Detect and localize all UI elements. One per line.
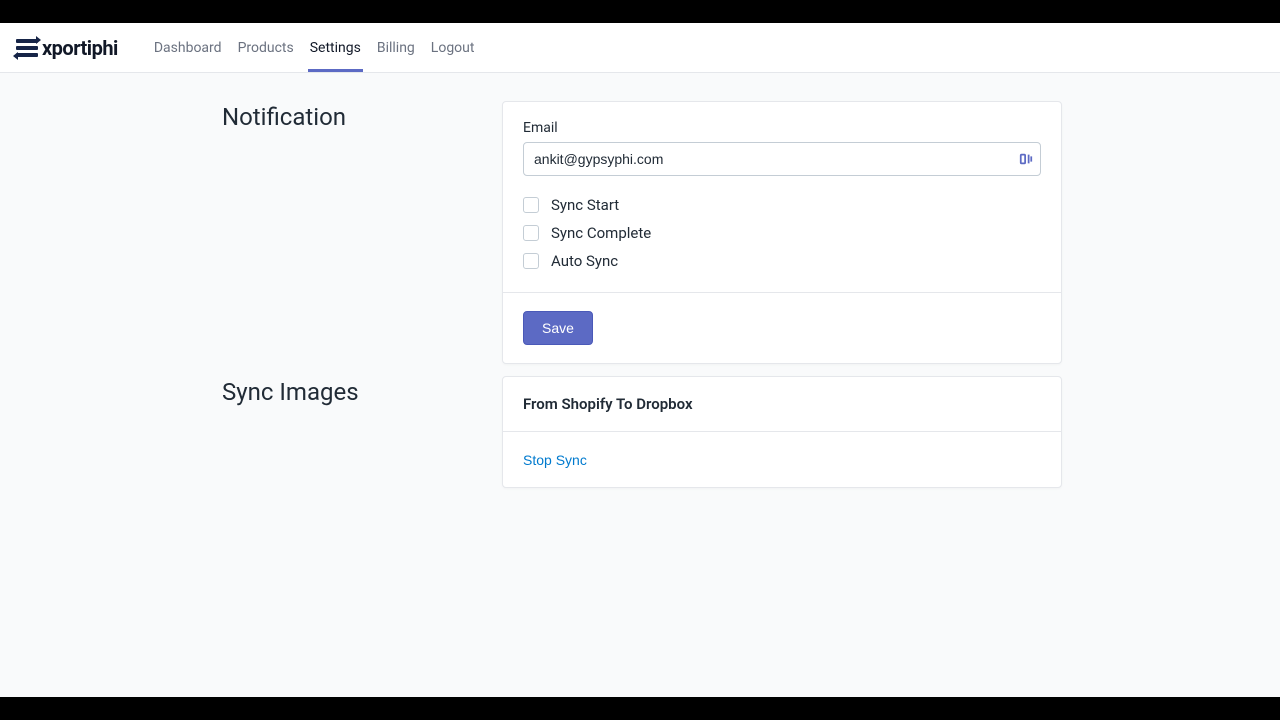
brand-name: xportiphi bbox=[42, 36, 118, 60]
brand-logo-icon bbox=[16, 38, 38, 58]
nav-item-label: Products bbox=[238, 40, 294, 56]
section-notification: Notification Email bbox=[222, 101, 1280, 364]
app-root: xportiphi Dashboard Products Settings Bi… bbox=[0, 23, 1280, 697]
check-sync-complete[interactable]: Sync Complete bbox=[523, 224, 1041, 242]
check-sync-start[interactable]: Sync Start bbox=[523, 196, 1041, 214]
check-label: Sync Start bbox=[551, 196, 619, 214]
section-sync-images: Sync Images From Shopify To Dropbox Stop… bbox=[222, 376, 1280, 488]
email-label: Email bbox=[523, 120, 1041, 136]
stop-sync-label: Stop Sync bbox=[523, 452, 587, 468]
nav-item-logout[interactable]: Logout bbox=[423, 23, 483, 72]
notification-check-list: Sync Start Sync Complete Auto Sync bbox=[523, 196, 1041, 270]
letterbox-top bbox=[0, 0, 1280, 23]
nav-item-settings[interactable]: Settings bbox=[302, 23, 369, 72]
card-body: Stop Sync bbox=[503, 432, 1061, 487]
letterbox-bottom bbox=[0, 697, 1280, 720]
sync-images-heading: From Shopify To Dropbox bbox=[503, 377, 1061, 432]
checkbox-icon bbox=[523, 197, 539, 213]
check-auto-sync[interactable]: Auto Sync bbox=[523, 252, 1041, 270]
stop-sync-button[interactable]: Stop Sync bbox=[523, 452, 587, 468]
card-notification: Email bbox=[502, 101, 1062, 364]
email-field-wrap bbox=[523, 142, 1041, 176]
nav-item-billing[interactable]: Billing bbox=[369, 23, 423, 72]
check-label: Sync Complete bbox=[551, 224, 651, 242]
page-content: Notification Email bbox=[0, 73, 1280, 697]
nav-item-label: Dashboard bbox=[154, 40, 222, 56]
card-sync-images: From Shopify To Dropbox Stop Sync bbox=[502, 376, 1062, 488]
card-footer: Save bbox=[503, 292, 1061, 363]
brand[interactable]: xportiphi bbox=[16, 23, 118, 72]
navbar: xportiphi Dashboard Products Settings Bi… bbox=[0, 23, 1280, 73]
nav-items: Dashboard Products Settings Billing Logo… bbox=[146, 23, 483, 72]
save-button-label: Save bbox=[542, 320, 574, 336]
section-title-sync-images: Sync Images bbox=[222, 376, 502, 488]
nav-item-dashboard[interactable]: Dashboard bbox=[146, 23, 230, 72]
nav-item-products[interactable]: Products bbox=[230, 23, 302, 72]
nav-item-label: Logout bbox=[431, 40, 475, 56]
nav-item-label: Billing bbox=[377, 40, 415, 56]
nav-item-label: Settings bbox=[310, 40, 361, 56]
section-title-notification: Notification bbox=[222, 101, 502, 364]
credential-icon[interactable] bbox=[1019, 152, 1033, 166]
checkbox-icon bbox=[523, 225, 539, 241]
save-button[interactable]: Save bbox=[523, 311, 593, 345]
check-label: Auto Sync bbox=[551, 252, 618, 270]
checkbox-icon bbox=[523, 253, 539, 269]
email-field[interactable] bbox=[523, 142, 1041, 176]
card-body: Email bbox=[503, 102, 1061, 292]
